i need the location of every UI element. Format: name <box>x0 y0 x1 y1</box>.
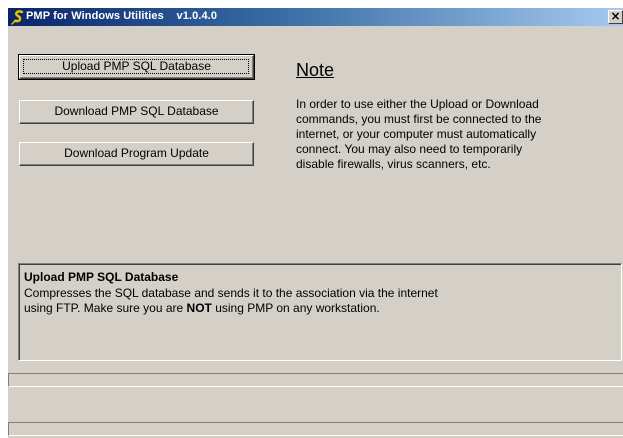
description-text: using FTP. Make sure you are <box>24 301 187 315</box>
download-update-button[interactable]: Download Program Update <box>19 142 254 166</box>
window-version: v1.0.4.0 <box>176 10 218 22</box>
close-button[interactable]: × <box>608 10 623 24</box>
note-line: internet, or your computer must automati… <box>296 127 537 141</box>
close-icon: × <box>610 9 621 23</box>
upload-database-label: Upload PMP SQL Database <box>62 59 211 73</box>
description-line: Compresses the SQL database and sends it… <box>24 286 438 300</box>
note-heading: Note <box>296 60 335 80</box>
description-panel: Upload PMP SQL Database Compresses the S… <box>18 263 622 361</box>
note-line: commands, you must first be connected to… <box>296 112 542 126</box>
download-update-label: Download Program Update <box>64 146 209 160</box>
note-text: In order to use either the Upload or Dow… <box>296 97 596 172</box>
description-text: using PMP on any workstation. <box>211 301 380 315</box>
pmp-logo-icon <box>11 10 24 25</box>
window-title-name: PMP for Windows Utilities <box>26 10 164 22</box>
progress-bar <box>8 373 623 387</box>
download-database-label: Download PMP SQL Database <box>54 104 219 118</box>
note-line: disable firewalls, virus scanners, etc. <box>296 157 491 171</box>
status-bar <box>8 422 623 436</box>
upload-database-button[interactable]: Upload PMP SQL Database <box>18 54 255 80</box>
window-title: PMP for Windows Utilities v1.0.4.0 <box>26 10 217 22</box>
download-database-button[interactable]: Download PMP SQL Database <box>19 100 254 124</box>
utilities-window: PMP for Windows Utilities v1.0.4.0 × Upl… <box>8 8 623 438</box>
note-line: In order to use either the Upload or Dow… <box>296 97 539 111</box>
description-emphasis: NOT <box>186 301 212 315</box>
description-line-2: using FTP. Make sure you are NOT using P… <box>24 301 380 315</box>
note-line: connect. You may also need to temporaril… <box>296 142 523 156</box>
title-bar[interactable]: PMP for Windows Utilities v1.0.4.0 × <box>8 8 623 26</box>
description-title: Upload PMP SQL Database <box>24 270 179 284</box>
